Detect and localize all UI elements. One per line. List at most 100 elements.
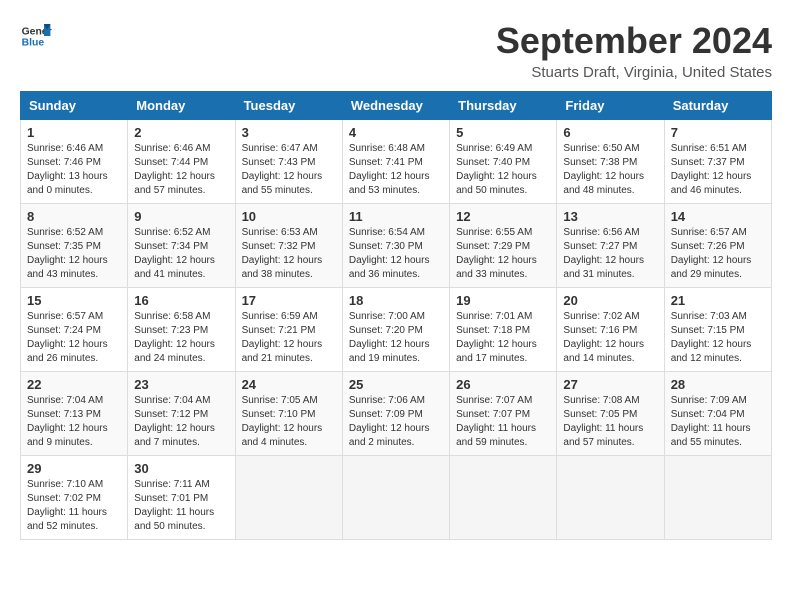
day-info: Sunrise: 6:51 AM Sunset: 7:37 PM Dayligh… [671,142,765,198]
calendar-cell: 11 Sunrise: 6:54 AM Sunset: 7:30 PM Dayli… [342,204,449,288]
day-info: Sunrise: 6:58 AM Sunset: 7:23 PM Dayligh… [134,310,228,366]
day-number: 22 [27,377,121,392]
calendar-cell [235,456,342,540]
calendar-cell: 18 Sunrise: 7:00 AM Sunset: 7:20 PM Dayli… [342,288,449,372]
day-info: Sunrise: 6:50 AM Sunset: 7:38 PM Dayligh… [563,142,657,198]
day-info: Sunrise: 6:57 AM Sunset: 7:26 PM Dayligh… [671,226,765,282]
day-number: 12 [456,209,550,224]
calendar-subtitle: Stuarts Draft, Virginia, United States [496,64,772,81]
header-thursday: Thursday [450,92,557,120]
logo: General Blue [20,20,52,52]
day-info: Sunrise: 7:05 AM Sunset: 7:10 PM Dayligh… [242,394,336,450]
day-number: 21 [671,293,765,308]
calendar-cell: 24 Sunrise: 7:05 AM Sunset: 7:10 PM Dayli… [235,372,342,456]
day-number: 7 [671,125,765,140]
day-number: 16 [134,293,228,308]
day-info: Sunrise: 6:53 AM Sunset: 7:32 PM Dayligh… [242,226,336,282]
calendar-cell: 16 Sunrise: 6:58 AM Sunset: 7:23 PM Dayli… [128,288,235,372]
calendar-cell: 1 Sunrise: 6:46 AM Sunset: 7:46 PM Daylig… [21,120,128,204]
calendar-cell [342,456,449,540]
calendar-cell: 6 Sunrise: 6:50 AM Sunset: 7:38 PM Daylig… [557,120,664,204]
day-number: 18 [349,293,443,308]
day-info: Sunrise: 7:10 AM Sunset: 7:02 PM Dayligh… [27,478,121,534]
day-info: Sunrise: 6:48 AM Sunset: 7:41 PM Dayligh… [349,142,443,198]
day-info: Sunrise: 6:49 AM Sunset: 7:40 PM Dayligh… [456,142,550,198]
day-number: 30 [134,461,228,476]
calendar-week-2: 8Sunrise: 6:52 AM Sunset: 7:35 PM Daylig… [21,204,772,288]
calendar-cell: 5Sunrise: 6:49 AM Sunset: 7:40 PM Daylig… [450,120,557,204]
day-info: Sunrise: 6:46 AM Sunset: 7:44 PM Dayligh… [134,142,228,198]
day-info: Sunrise: 6:47 AM Sunset: 7:43 PM Dayligh… [242,142,336,198]
day-number: 14 [671,209,765,224]
calendar-cell: 7 Sunrise: 6:51 AM Sunset: 7:37 PM Daylig… [664,120,771,204]
header-friday: Friday [557,92,664,120]
calendar-week-4: 22 Sunrise: 7:04 AM Sunset: 7:13 PM Dayli… [21,372,772,456]
day-number: 28 [671,377,765,392]
calendar-cell: 19 Sunrise: 7:01 AM Sunset: 7:18 PM Dayli… [450,288,557,372]
day-info: Sunrise: 7:09 AM Sunset: 7:04 PM Dayligh… [671,394,765,450]
day-info: Sunrise: 7:03 AM Sunset: 7:15 PM Dayligh… [671,310,765,366]
day-info: Sunrise: 7:00 AM Sunset: 7:20 PM Dayligh… [349,310,443,366]
day-number: 29 [27,461,121,476]
calendar-cell: 13 Sunrise: 6:56 AM Sunset: 7:27 PM Dayli… [557,204,664,288]
calendar-cell: 14 Sunrise: 6:57 AM Sunset: 7:26 PM Dayli… [664,204,771,288]
day-info: Sunrise: 6:56 AM Sunset: 7:27 PM Dayligh… [563,226,657,282]
day-number: 9 [134,209,228,224]
calendar-cell: 17Sunrise: 6:59 AM Sunset: 7:21 PM Dayli… [235,288,342,372]
calendar-cell: 3Sunrise: 6:47 AM Sunset: 7:43 PM Daylig… [235,120,342,204]
day-number: 1 [27,125,121,140]
calendar-cell: 10 Sunrise: 6:53 AM Sunset: 7:32 PM Dayli… [235,204,342,288]
day-info: Sunrise: 7:04 AM Sunset: 7:13 PM Dayligh… [27,394,121,450]
header: General Blue September 2024 Stuarts Draf… [20,20,772,81]
calendar-cell: 4 Sunrise: 6:48 AM Sunset: 7:41 PM Daylig… [342,120,449,204]
header-tuesday: Tuesday [235,92,342,120]
calendar-week-5: 29 Sunrise: 7:10 AM Sunset: 7:02 PM Dayli… [21,456,772,540]
day-number: 11 [349,209,443,224]
day-number: 4 [349,125,443,140]
calendar-header-row: Sunday Monday Tuesday Wednesday Thursday… [21,92,772,120]
day-info: Sunrise: 6:52 AM Sunset: 7:35 PM Dayligh… [27,226,121,282]
day-info: Sunrise: 7:04 AM Sunset: 7:12 PM Dayligh… [134,394,228,450]
calendar-cell: 21 Sunrise: 7:03 AM Sunset: 7:15 PM Dayli… [664,288,771,372]
day-info: Sunrise: 7:11 AM Sunset: 7:01 PM Dayligh… [134,478,228,534]
svg-text:Blue: Blue [22,38,45,49]
day-number: 13 [563,209,657,224]
day-number: 20 [563,293,657,308]
day-info: Sunrise: 7:01 AM Sunset: 7:18 PM Dayligh… [456,310,550,366]
day-info: Sunrise: 6:46 AM Sunset: 7:46 PM Dayligh… [27,142,121,198]
calendar-cell: 27Sunrise: 7:08 AM Sunset: 7:05 PM Dayli… [557,372,664,456]
day-number: 26 [456,377,550,392]
day-number: 6 [563,125,657,140]
calendar-cell: 8Sunrise: 6:52 AM Sunset: 7:35 PM Daylig… [21,204,128,288]
calendar-cell: 2Sunrise: 6:46 AM Sunset: 7:44 PM Daylig… [128,120,235,204]
calendar-table: Sunday Monday Tuesday Wednesday Thursday… [20,91,772,540]
calendar-cell: 20Sunrise: 7:02 AM Sunset: 7:16 PM Dayli… [557,288,664,372]
calendar-cell [557,456,664,540]
calendar-week-3: 15Sunrise: 6:57 AM Sunset: 7:24 PM Dayli… [21,288,772,372]
logo-icon: General Blue [20,20,52,52]
calendar-title: September 2024 [496,20,772,62]
header-monday: Monday [128,92,235,120]
calendar-cell: 9 Sunrise: 6:52 AM Sunset: 7:34 PM Daylig… [128,204,235,288]
day-number: 24 [242,377,336,392]
day-info: Sunrise: 6:55 AM Sunset: 7:29 PM Dayligh… [456,226,550,282]
header-sunday: Sunday [21,92,128,120]
calendar-cell: 25Sunrise: 7:06 AM Sunset: 7:09 PM Dayli… [342,372,449,456]
calendar-week-1: 1 Sunrise: 6:46 AM Sunset: 7:46 PM Daylig… [21,120,772,204]
header-wednesday: Wednesday [342,92,449,120]
calendar-cell: 29 Sunrise: 7:10 AM Sunset: 7:02 PM Dayli… [21,456,128,540]
day-number: 10 [242,209,336,224]
calendar-cell: 22 Sunrise: 7:04 AM Sunset: 7:13 PM Dayli… [21,372,128,456]
calendar-cell: 12 Sunrise: 6:55 AM Sunset: 7:29 PM Dayli… [450,204,557,288]
title-section: September 2024 Stuarts Draft, Virginia, … [496,20,772,81]
calendar-cell [664,456,771,540]
calendar-cell: 15Sunrise: 6:57 AM Sunset: 7:24 PM Dayli… [21,288,128,372]
calendar-cell [450,456,557,540]
day-number: 17 [242,293,336,308]
day-number: 15 [27,293,121,308]
day-number: 19 [456,293,550,308]
header-saturday: Saturday [664,92,771,120]
day-info: Sunrise: 6:54 AM Sunset: 7:30 PM Dayligh… [349,226,443,282]
day-info: Sunrise: 6:52 AM Sunset: 7:34 PM Dayligh… [134,226,228,282]
day-number: 23 [134,377,228,392]
